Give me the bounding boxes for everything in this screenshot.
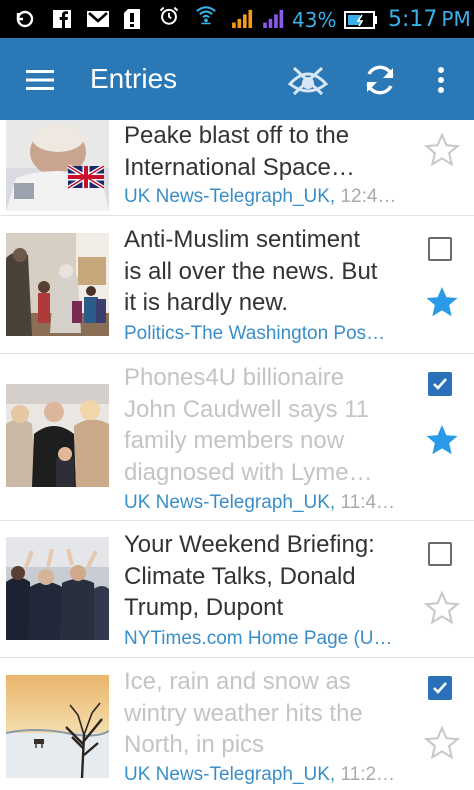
entry-source[interactable]: Politics-The Washington Pos… [124,323,385,344]
entry-title-line: North, in pics [124,731,265,758]
entry-title-line: diagnosed with Lyme… [124,458,373,486]
menu-button[interactable] [18,63,58,95]
refresh-button[interactable] [356,58,404,102]
entry-title-line: Ice, rain and snow as [124,668,351,695]
entry-title-line: Your Weekend Briefing: [124,531,375,558]
entry-meta: UK News-Telegraph_UK, 12:4… [124,186,414,208]
entry-title-line: Trump, Dupont [124,594,284,621]
entry-checkbox-checked[interactable] [428,372,452,396]
entry-row[interactable]: Peake blast off to the International Spa… [0,120,474,216]
status-bar: 43% 5:17 PM [0,0,474,38]
entry-title: Ice, rain and snow as wintry weather hit… [124,666,414,761]
page-title: Entries [90,63,178,94]
entry-thumbnail-climate-talks [6,537,109,640]
entry-checkbox[interactable] [428,237,452,261]
entry-thumbnail-astronaut [6,120,109,211]
entry-meta: UK News-Telegraph_UK, 11:2… [124,764,414,786]
entry-source[interactable]: UK News-Telegraph_UK, [124,492,335,513]
entry-source[interactable]: UK News-Telegraph_UK, [124,186,335,207]
entry-title-line: Climate Talks, Donald [124,562,356,590]
star-outline-icon[interactable] [423,724,461,762]
entry-checkbox-checked[interactable] [428,676,452,700]
entry-title-line: family members now [124,427,345,454]
entry-row[interactable]: Phones4U billionaire John Caudwell says … [0,354,474,521]
entry-title-line: is all over the news. But [124,257,378,285]
entries-list[interactable]: Peake blast off to the International Spa… [0,120,474,790]
entry-title-line: John Caudwell says 11 [124,395,370,423]
battery-icon [344,11,377,29]
entry-time: 11:2… [335,764,396,785]
entry-title-line: International Space… [124,153,355,181]
clock-ampm: PM [441,7,471,31]
app-bar: Entries [0,38,474,120]
signal-orange-icon [232,9,253,28]
refresh-icon [366,65,394,95]
entry-meta: NYTimes.com Home Page (U… [124,628,414,650]
mark-all-read-icon [287,66,329,96]
overflow-menu-icon [438,67,444,93]
entry-title-line: Anti-Muslim sentiment [124,226,361,253]
sync-icon [16,10,34,28]
entry-title: Your Weekend Briefing: Climate Talks, Do… [124,529,414,624]
overflow-menu-button[interactable] [426,60,456,100]
entry-title-line: Phones4U billionaire [124,364,345,391]
entry-thumbnail-children [6,233,109,336]
checkmark-icon [433,378,447,390]
signal-purple-icon [263,9,284,28]
star-filled-icon[interactable] [423,283,461,321]
entry-row[interactable]: Your Weekend Briefing: Climate Talks, Do… [0,521,474,658]
entry-time: 12:4… [335,186,397,207]
entry-source[interactable]: UK News-Telegraph_UK, [124,764,335,785]
star-outline-icon[interactable] [423,589,461,627]
battery-percent: 43% [292,8,337,32]
gmail-icon [87,11,109,27]
clock-time: 5:17 [388,7,438,32]
entry-thumbnail-snowy-landscape [6,675,109,778]
entry-title: Phones4U billionaire John Caudwell says … [124,362,414,488]
alarm-icon [159,6,179,25]
wifi-icon [196,6,216,25]
entry-thumbnail-celebrities [6,384,109,487]
entry-source[interactable]: NYTimes.com Home Page (U… [124,628,393,649]
entry-title-line: wintry weather hits the [124,699,363,727]
entry-row[interactable]: Anti-Muslim sentiment is all over the ne… [0,216,474,354]
facebook-icon [53,10,71,28]
entry-title: Peake blast off to the International Spa… [124,120,414,183]
star-filled-icon[interactable] [423,421,461,459]
clock: 5:17 PM [388,7,471,32]
entry-row[interactable]: Ice, rain and snow as wintry weather hit… [0,658,474,790]
sim-card-icon [124,9,140,29]
entry-title: Anti-Muslim sentiment is all over the ne… [124,224,414,319]
entry-title-line: it is hardly new. [124,289,289,316]
entry-meta: UK News-Telegraph_UK, 11:4… [124,492,414,514]
star-outline-icon[interactable] [423,131,461,169]
entry-time: 11:4… [335,492,396,513]
entry-meta: Politics-The Washington Pos… [124,323,414,345]
entry-title-line: Peake blast off to the [124,122,350,149]
menu-icon [26,70,54,90]
mark-all-read-button[interactable] [282,58,334,102]
entry-checkbox[interactable] [428,542,452,566]
checkmark-icon [433,682,447,694]
